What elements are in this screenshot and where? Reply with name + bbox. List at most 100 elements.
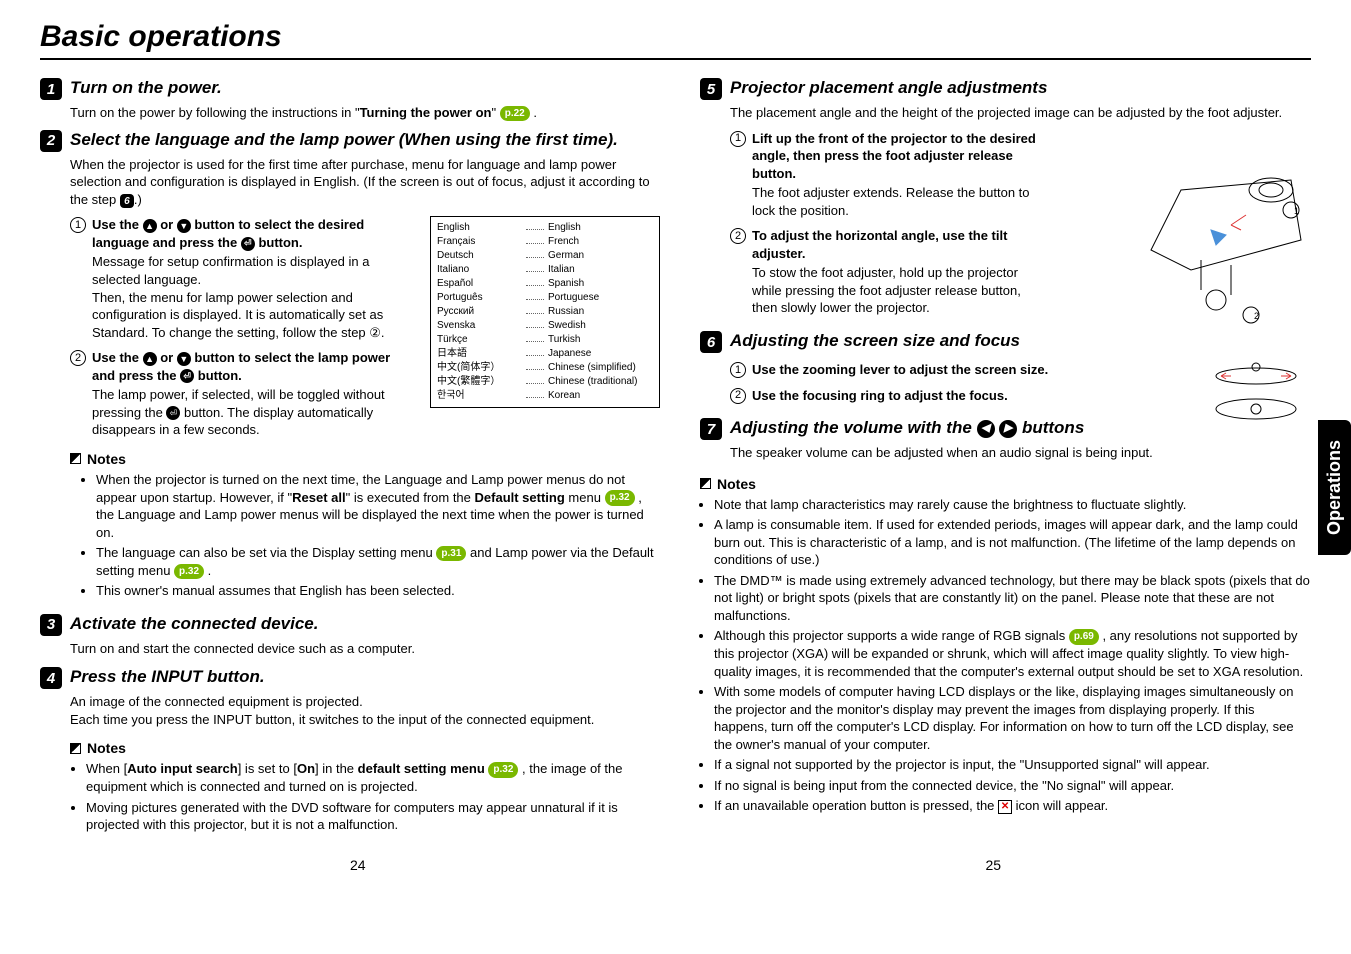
step-badge-6: 6 (700, 331, 722, 353)
left-column: 1 Turn on the power. Turn on the power b… (40, 70, 660, 837)
text: The language can also be set via the Dis… (96, 545, 436, 560)
step-7-head: 7 Adjusting the volume with the ◀ ▶ butt… (700, 418, 1311, 440)
notes-title: Notes (87, 740, 126, 756)
note-item: This owner's manual assumes that English… (96, 582, 660, 600)
text-bold: Turning the power on (360, 105, 492, 120)
substep-1-head: 1 Use the ▲ or ▼ button to select the de… (70, 216, 400, 251)
lang-native: Español (437, 277, 522, 291)
note-item: Moving pictures generated with the DVD s… (86, 799, 660, 834)
lang-native: 中文(简体字） (437, 361, 522, 375)
text: If an unavailable operation button is pr… (714, 798, 998, 813)
text: ] is set to [ (238, 761, 297, 776)
enter-button-icon: ⏎ (180, 369, 194, 383)
lang-native: 한국어 (437, 389, 522, 403)
text: Although this projector supports a wide … (714, 628, 1069, 643)
language-row: 日本語Japanese (437, 347, 653, 361)
step-3-title: Activate the connected device. (70, 614, 318, 634)
text: button. (194, 368, 242, 383)
circle-num: 1 (730, 131, 746, 147)
substep-5-2-head: 2 To adjust the horizontal angle, use th… (730, 227, 1040, 262)
lang-english: Spanish (548, 277, 653, 291)
dots (526, 319, 544, 328)
language-row: Español Spanish (437, 277, 653, 291)
step-badge-3: 3 (40, 614, 62, 636)
step-5-intro: The placement angle and the height of th… (730, 104, 1311, 122)
dots (526, 263, 544, 272)
step-4-body: An image of the connected equipment is p… (70, 693, 660, 728)
step-7-title: Adjusting the volume with the ◀ ▶ button… (730, 418, 1084, 438)
dots (526, 305, 544, 314)
substep-5-2-body: To stow the foot adjuster, hold up the p… (752, 264, 1040, 317)
svg-text:1: 1 (1294, 206, 1299, 216)
notes-title: Notes (87, 451, 126, 467)
text-bold: Default setting (475, 490, 565, 505)
dots (526, 389, 544, 398)
note-item: When [Auto input search] is set to [On] … (86, 760, 660, 795)
substep-5-2-title: To adjust the horizontal angle, use the … (752, 227, 1040, 262)
step-2-content: EnglishEnglishFrançaisFrenchDeutschGerma… (70, 216, 660, 439)
lang-english: Italian (548, 263, 653, 277)
substep-6-1-title: Use the zooming lever to adjust the scre… (752, 361, 1048, 379)
language-row: PortuguêsPortuguese (437, 291, 653, 305)
language-row: FrançaisFrench (437, 235, 653, 249)
lang-native: Português (437, 291, 522, 305)
lang-english: Chinese (simplified) (548, 361, 653, 375)
language-row: 中文(繁體字） Chinese (traditional) (437, 375, 653, 389)
language-row: TürkçeTurkish (437, 333, 653, 347)
page-num-left: 24 (350, 857, 366, 873)
lang-native: Svenska (437, 319, 522, 333)
step-6-title: Adjusting the screen size and focus (730, 331, 1020, 351)
step-1-head: 1 Turn on the power. (40, 78, 660, 100)
dots (526, 235, 544, 244)
step-1-title: Turn on the power. (70, 78, 222, 98)
lang-native: English (437, 221, 522, 235)
text-bold: On (297, 761, 315, 776)
step-3-body: Turn on and start the connected device s… (70, 640, 660, 658)
dots (526, 375, 544, 384)
dots (526, 249, 544, 258)
circle-num: 2 (730, 228, 746, 244)
lang-english: Chinese (traditional) (548, 375, 653, 389)
step-6-head: 6 Adjusting the screen size and focus (700, 331, 1311, 353)
text: " (491, 105, 499, 120)
text: ] in the (315, 761, 358, 776)
page-ref: p.32 (605, 490, 635, 506)
lang-native: Italiano (437, 263, 522, 277)
step-badge-5: 5 (700, 78, 722, 100)
text: " is executed from the (346, 490, 475, 505)
note-item: With some models of computer having LCD … (714, 683, 1311, 753)
dots (526, 333, 544, 342)
page-numbers: 24 25 (40, 857, 1311, 873)
notes-list-1: When the projector is turned on the next… (86, 471, 660, 600)
note-item: The DMD™ is made using extremely advance… (714, 572, 1311, 625)
lang-english: Japanese (548, 347, 653, 361)
circle-num-2: 2 (70, 350, 86, 366)
text: or (157, 350, 177, 365)
step-6-content: 1 Use the zooming lever to adjust the sc… (730, 361, 1311, 404)
text: buttons (1017, 418, 1084, 437)
step-badge-4: 4 (40, 667, 62, 689)
lang-native: Français (437, 235, 522, 249)
page-ref: p.31 (436, 546, 466, 562)
lang-english: Russian (548, 305, 653, 319)
x-icon: ✕ (998, 800, 1012, 814)
lang-english: German (548, 249, 653, 263)
text: icon will appear. (1012, 798, 1108, 813)
left-button-icon: ◀ (977, 420, 995, 438)
note-item: The language can also be set via the Dis… (96, 544, 660, 579)
step-2-title: Select the language and the lamp power (… (70, 130, 618, 150)
down-button-icon: ▼ (177, 219, 191, 233)
notes-heading: Notes (700, 476, 1311, 492)
text: . (204, 563, 211, 578)
text-bold: Auto input search (127, 761, 238, 776)
substep-1-body: Message for setup confirmation is displa… (92, 253, 400, 341)
circle-num: 2 (730, 388, 746, 404)
text: Adjusting the volume with the (730, 418, 977, 437)
text: or (157, 217, 177, 232)
text: button. (255, 235, 303, 250)
lang-native: 中文(繁體字） (437, 375, 522, 389)
step-3-head: 3 Activate the connected device. (40, 614, 660, 636)
substep-6-2-head: 2 Use the focusing ring to adjust the fo… (730, 387, 1100, 405)
language-row: EnglishEnglish (437, 221, 653, 235)
step-4-head: 4 Press the INPUT button. (40, 667, 660, 689)
